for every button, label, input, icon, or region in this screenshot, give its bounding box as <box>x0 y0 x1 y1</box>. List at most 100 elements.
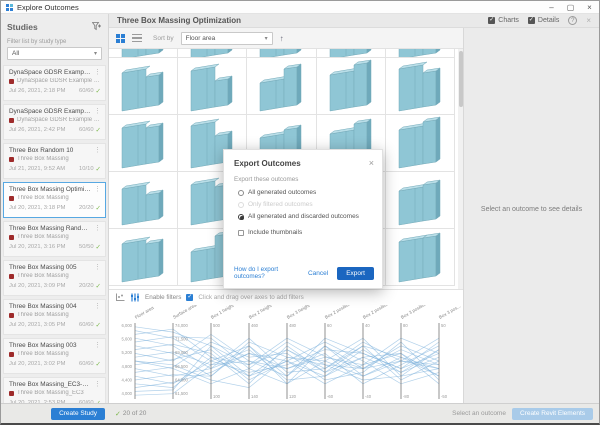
massing-3d-icon <box>398 61 440 112</box>
outcome-thumbnail[interactable] <box>385 115 455 172</box>
kebab-menu-icon[interactable]: ⋮ <box>91 68 101 76</box>
study-card-count: 20/20 <box>79 282 94 289</box>
titlebar: Explore Outcomes – ▢ × <box>1 1 599 14</box>
chart-text: 40 <box>365 323 370 328</box>
outcome-thumbnail[interactable] <box>178 49 248 58</box>
include-thumbnails-checkbox[interactable]: Include thumbnails <box>238 229 372 236</box>
sort-select[interactable]: Floor area ▾ <box>180 31 273 45</box>
list-view-icon[interactable] <box>132 33 142 43</box>
checkbox-icon <box>238 229 244 236</box>
create-study-button[interactable]: Create Study <box>51 407 105 420</box>
check-icon: ✓ <box>95 204 101 212</box>
chart-text: -60 <box>327 394 334 399</box>
outcome-thumbnail[interactable] <box>385 229 455 286</box>
study-card-date: Jul 20, 2021, 3:16 PM <box>9 243 66 250</box>
check-icon: ✓ <box>115 410 121 418</box>
chart-text: 480 <box>289 323 297 328</box>
kebab-menu-icon[interactable]: ⋮ <box>91 185 101 193</box>
kebab-menu-icon[interactable]: ⋮ <box>91 380 101 388</box>
kebab-menu-icon[interactable]: ⋮ <box>91 224 101 232</box>
export-help-link[interactable]: How do I export outcomes? <box>234 266 308 280</box>
help-icon[interactable]: ? <box>568 16 578 25</box>
dialog-close-icon[interactable]: × <box>369 158 374 168</box>
studies-list: DynaSpace GDSR Example with Roo...⋮DynaS… <box>1 65 108 403</box>
outcome-thumbnail[interactable] <box>247 58 317 115</box>
sort-value: Floor area <box>185 34 216 42</box>
details-checkbox[interactable]: ✓ Details <box>527 17 559 24</box>
view-toolbar: Sort by Floor area ▾ ↑ <box>109 28 463 49</box>
outcome-thumbnail[interactable] <box>109 49 179 58</box>
kebab-menu-icon[interactable]: ⋮ <box>91 341 101 349</box>
revit-file-icon <box>9 234 14 240</box>
study-card[interactable]: DynaSpace GDSR Example with Roo...⋮DynaS… <box>3 104 106 140</box>
study-card-title: Three Box Massing Randomize <box>9 224 91 232</box>
scrollbar-thumb[interactable] <box>458 51 463 107</box>
add-filter-icon[interactable] <box>91 18 102 36</box>
study-card-date: Jul 26, 2021, 2:18 PM <box>9 87 66 94</box>
study-card-subtitle: DynaSpace GDSR Example with Roo... <box>17 78 101 84</box>
study-card-date: Jul 20, 2021, 3:09 PM <box>9 282 66 289</box>
revit-file-icon <box>9 273 14 279</box>
kebab-menu-icon[interactable]: ⋮ <box>91 107 101 115</box>
check-icon: ✓ <box>95 126 101 134</box>
study-type-select[interactable]: All ▾ <box>7 47 102 60</box>
chart-type-icon[interactable] <box>115 293 125 302</box>
check-icon: ✓ <box>95 360 101 368</box>
chart-text: 460 <box>251 323 259 328</box>
maximize-icon[interactable]: ▢ <box>561 1 580 14</box>
study-card-date: Jul 21, 2021, 9:52 AM <box>9 165 66 172</box>
chart-text: 120 <box>289 394 297 399</box>
study-card-title: DynaSpace GDSR Example with Roo... <box>9 107 91 115</box>
outcome-thumbnail[interactable] <box>109 58 179 115</box>
study-card[interactable]: Three Box Random 10 ⋮ Three Box Massing Jul… <box>3 143 106 179</box>
cancel-button[interactable]: Cancel <box>308 270 328 277</box>
parallel-filter-icon[interactable] <box>130 293 140 302</box>
outcome-thumbnail[interactable] <box>109 115 179 172</box>
outcome-thumbnail[interactable] <box>316 58 386 115</box>
study-card[interactable]: Three Box Massing Randomize ⋮ Three Box Ma… <box>3 221 106 257</box>
revit-file-icon <box>9 312 14 318</box>
sort-ascending-icon[interactable]: ↑ <box>280 34 284 43</box>
app-icon <box>6 3 13 11</box>
outcome-thumbnail[interactable] <box>385 172 455 229</box>
chart-text: 4,000 <box>122 391 133 396</box>
outcome-thumbnail[interactable] <box>109 229 179 286</box>
kebab-menu-icon[interactable]: ⋮ <box>91 302 101 310</box>
outcome-thumbnail[interactable] <box>316 49 386 58</box>
revit-file-icon <box>9 156 14 162</box>
study-card-title: Three Box Random 10 <box>9 146 74 154</box>
outcome-thumbnail[interactable] <box>178 58 248 115</box>
chart-text: Box 3 pos... <box>438 305 462 320</box>
app-window: Explore Outcomes – ▢ × Studies Filter li… <box>0 0 600 425</box>
filter-hint: Click and drag over axes to add filters <box>198 294 304 301</box>
study-card-subtitle: Three Box Massing_EC3 <box>17 390 84 396</box>
study-card[interactable]: Three Box Massing Optimization⋮ Three Box… <box>3 182 106 218</box>
minimize-icon[interactable]: – <box>542 1 561 14</box>
chart-text: Box 2 height <box>248 305 273 320</box>
outcome-thumbnail[interactable] <box>109 172 179 229</box>
kebab-menu-icon[interactable]: ⋮ <box>91 263 101 271</box>
outcome-thumbnail[interactable] <box>247 49 317 58</box>
study-card[interactable]: Three Box Massing 005 ⋮ Three Box Massing J… <box>3 260 106 296</box>
grid-scrollbar <box>458 49 463 289</box>
study-card[interactable]: Three Box Massing 004 ⋮ Three Box Massing J… <box>3 299 106 335</box>
export-button[interactable]: Export <box>337 266 374 280</box>
charts-checkbox[interactable]: ✓ Charts <box>488 17 519 24</box>
radio-all-generated[interactable]: All generated outcomes <box>238 189 372 196</box>
massing-3d-icon <box>329 49 371 57</box>
study-card[interactable]: DynaSpace GDSR Example with Roo...⋮DynaS… <box>3 65 106 101</box>
grid-view-icon[interactable] <box>116 33 125 43</box>
close-icon[interactable]: × <box>580 1 599 14</box>
outcome-thumbnail[interactable] <box>385 49 455 58</box>
chevron-down-icon: ▾ <box>93 51 97 57</box>
radio-all-generated-discarded[interactable]: All generated and discarded outcomes <box>238 213 372 220</box>
panel-close-icon[interactable]: × <box>586 16 591 25</box>
kebab-menu-icon[interactable]: ⋮ <box>91 146 101 154</box>
create-revit-elements-button[interactable]: Create Revit Elements <box>511 407 593 420</box>
outcome-thumbnail[interactable] <box>385 58 455 115</box>
chart-text: 4,400 <box>122 377 133 382</box>
study-card[interactable]: Three Box Massing 003 ⋮ Three Box Massing J… <box>3 338 106 374</box>
study-card[interactable]: Three Box Massing_EC3-002 ⋮ Three Box Mass… <box>3 377 106 403</box>
enable-filters-checkbox[interactable]: ✓ <box>186 294 194 301</box>
study-card-count: 60/60 <box>79 321 94 328</box>
